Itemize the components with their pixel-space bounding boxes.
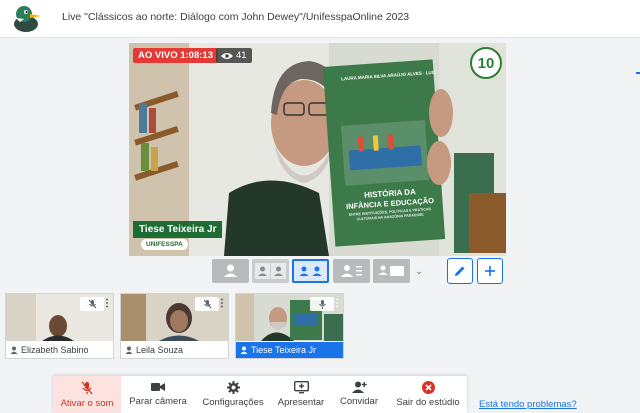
tile-more-options-icon[interactable]: ⋮ [217,297,227,311]
tile-mic-status[interactable] [80,297,104,311]
unmute-label: Ativar o som [60,398,114,409]
tile-more-options-icon[interactable]: ⋮ [332,297,342,311]
person-icon [10,346,18,354]
duck-logo-icon [14,6,41,32]
participant-name: Tiese Teixeira Jr [251,345,317,355]
speaker-org-tag: UNIFESSPA [141,239,188,250]
screen-share-layout-icon [378,265,404,276]
single-person-icon [224,264,237,277]
group-layout-icon [341,265,362,277]
settings-button[interactable]: Configurações [195,376,271,413]
mic-on-icon [318,300,326,309]
viewer-count-badge: 41 [216,48,252,63]
participant-label: Elizabeth Sabino [6,342,113,358]
leave-label: Sair do estúdio [396,397,460,408]
mic-off-icon [203,299,211,309]
unifesspa-10-logo: 10 [470,47,502,79]
present-button[interactable]: Apresentar [273,376,329,413]
viewer-count: 41 [236,50,247,61]
participant-tile-elizabeth[interactable]: ⋮ Elizabeth Sabino [5,293,114,359]
participant-label: Leila Souza [121,342,228,358]
participant-tile-leila[interactable]: ⋮ Leila Souza [120,293,229,359]
help-link[interactable]: Está tendo problemas? [479,399,577,410]
two-person-side-icon [255,263,286,279]
close-circle-icon [421,381,435,394]
invite-button[interactable]: Convidar [333,376,385,413]
stop-camera-button[interactable]: Parar câmera [124,376,192,413]
live-status-badge: AO VIVO 1:08:13 [133,48,218,63]
add-person-icon [351,381,367,393]
speaker-name-tag: Tiese Teixeira Jr [133,221,223,238]
add-layout-button[interactable] [477,258,503,284]
layout-group-button[interactable] [333,259,370,283]
gear-icon [226,381,240,394]
edit-layout-button[interactable] [447,258,473,284]
layout-screen-share-button[interactable] [373,259,410,283]
present-label: Apresentar [277,397,325,408]
settings-label: Configurações [202,397,264,408]
side-panel-indicator [636,72,640,74]
layout-two-side-button[interactable] [252,259,289,283]
unmute-button[interactable]: Ativar o som [53,376,121,413]
participant-tile-tiese[interactable]: ⋮ Tiese Teixeira Jr [235,293,344,359]
layout-more-chevron-down-icon[interactable]: ⌄ [413,259,425,283]
mic-off-icon [88,299,96,309]
tile-mic-status[interactable] [310,297,334,311]
invite-label: Convidar [339,396,379,407]
participant-name: Elizabeth Sabino [21,345,89,355]
camera-label: Parar câmera [129,396,187,407]
layout-two-split-button[interactable] [292,259,329,283]
participant-label: Tiese Teixeira Jr [236,342,343,358]
page-title: Live "Clássicos ao norte: Diálogo com Jo… [62,11,410,23]
present-screen-icon [293,381,309,394]
eye-icon [221,52,233,59]
app-header: Live "Clássicos ao norte: Diálogo com Jo… [0,0,640,38]
tile-mic-status[interactable] [195,297,219,311]
layout-single-button[interactable] [212,259,249,283]
person-icon [125,346,133,354]
video-camera-icon [151,383,165,391]
participant-name: Leila Souza [136,345,184,355]
tile-more-options-icon[interactable]: ⋮ [102,297,112,311]
pencil-icon [455,266,465,276]
person-icon [240,346,248,354]
two-person-split-icon [299,266,322,276]
plus-icon [485,266,495,276]
mic-off-icon [81,381,93,395]
leave-studio-button[interactable]: Sair do estúdio [389,376,467,413]
